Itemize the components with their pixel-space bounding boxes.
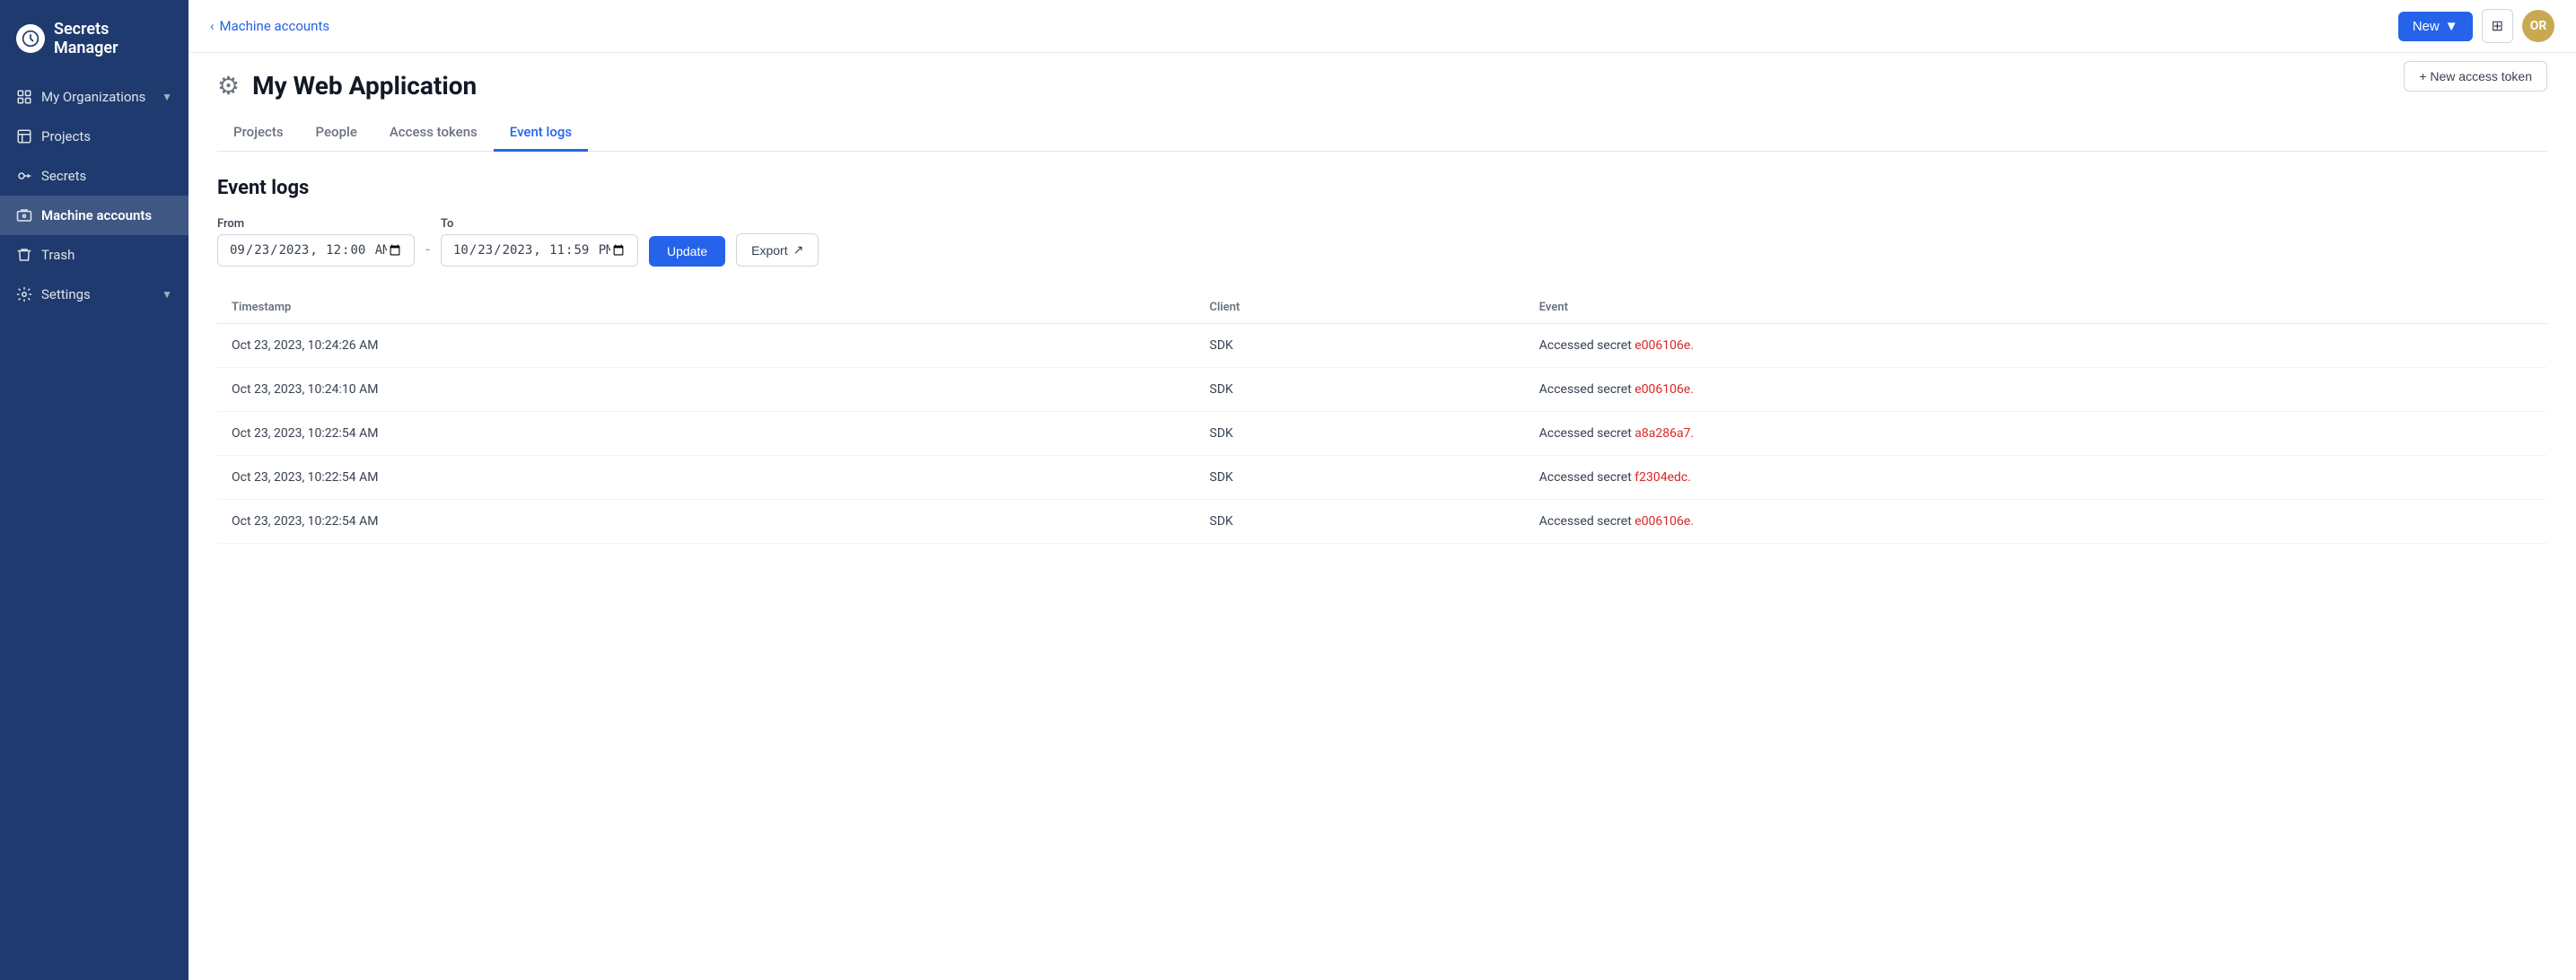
cell-client: SDK — [1196, 456, 1525, 500]
sidebar-item-label: Trash — [41, 247, 74, 263]
avatar[interactable]: OR — [2522, 10, 2554, 42]
projects-icon — [16, 128, 32, 144]
to-filter-group: To — [441, 217, 638, 267]
sidebar: Secrets Manager My Organizations ▼ Proje… — [0, 0, 188, 980]
secret-link[interactable]: e006106e. — [1634, 382, 1694, 397]
col-timestamp: Timestamp — [217, 292, 1196, 324]
cell-timestamp: Oct 23, 2023, 10:22:54 AM — [217, 500, 1196, 544]
sidebar-item-label: Secrets — [41, 168, 86, 184]
topbar-right: New ▼ ⊞ OR — [2398, 9, 2554, 43]
sidebar-item-label: My Organizations — [41, 89, 145, 105]
tab-projects[interactable]: Projects — [217, 115, 300, 152]
new-access-token-button[interactable]: + New access token — [2404, 61, 2547, 92]
col-client: Client — [1196, 292, 1525, 324]
new-access-token-label: + New access token — [2419, 69, 2532, 83]
cell-timestamp: Oct 23, 2023, 10:24:10 AM — [217, 368, 1196, 412]
cell-timestamp: Oct 23, 2023, 10:24:26 AM — [217, 324, 1196, 368]
machine-account-icon: ⚙ — [217, 71, 240, 101]
secret-link[interactable]: e006106e. — [1634, 514, 1694, 529]
update-button[interactable]: Update — [649, 236, 725, 267]
settings-icon — [16, 286, 32, 302]
grid-view-button[interactable]: ⊞ — [2482, 9, 2513, 43]
tab-access-tokens[interactable]: Access tokens — [373, 115, 494, 152]
trash-icon — [16, 247, 32, 263]
back-link-label: Machine accounts — [220, 18, 330, 34]
key-icon — [16, 168, 32, 184]
new-button-label: New — [2413, 19, 2440, 34]
cell-event: Accessed secret e006106e. — [1525, 368, 2547, 412]
event-logs-title: Event logs — [217, 177, 2547, 199]
export-button-label: Export — [751, 243, 787, 258]
date-separator: - — [425, 241, 430, 267]
sidebar-logo[interactable]: Secrets Manager — [0, 0, 188, 77]
cell-timestamp: Oct 23, 2023, 10:22:54 AM — [217, 412, 1196, 456]
export-icon: ↗ — [793, 242, 804, 258]
cell-timestamp: Oct 23, 2023, 10:22:54 AM — [217, 456, 1196, 500]
update-button-label: Update — [667, 244, 707, 258]
tab-event-logs[interactable]: Event logs — [494, 115, 588, 152]
logo-text: Secrets Manager — [54, 20, 172, 57]
cell-client: SDK — [1196, 412, 1525, 456]
main-content: ‹ Machine accounts New ▼ ⊞ OR ⚙ My Web A… — [188, 0, 2576, 980]
topbar: ‹ Machine accounts New ▼ ⊞ OR — [188, 0, 2576, 53]
cell-client: SDK — [1196, 368, 1525, 412]
table-row: Oct 23, 2023, 10:22:54 AMSDKAccessed sec… — [217, 500, 2547, 544]
cell-event: Accessed secret e006106e. — [1525, 324, 2547, 368]
secret-link[interactable]: e006106e. — [1634, 338, 1694, 353]
export-button[interactable]: Export ↗ — [736, 233, 819, 267]
topbar-left: ‹ Machine accounts — [210, 18, 329, 34]
secret-link[interactable]: f2304edc. — [1634, 470, 1691, 485]
chevron-down-icon: ▼ — [162, 288, 172, 301]
chevron-down-icon: ▼ — [162, 91, 172, 103]
content-area: ⚙ My Web Application + New access token … — [188, 53, 2576, 980]
cell-client: SDK — [1196, 500, 1525, 544]
grid-icon: ⊞ — [2492, 19, 2503, 34]
from-label: From — [217, 217, 415, 231]
cell-event: Accessed secret e006106e. — [1525, 500, 2547, 544]
tab-navigation: Projects People Access tokens Event logs — [217, 115, 2547, 152]
new-button[interactable]: New ▼ — [2398, 12, 2473, 41]
event-logs-table: Timestamp Client Event Oct 23, 2023, 10:… — [217, 292, 2547, 544]
chevron-down-icon: ▼ — [2445, 19, 2458, 34]
org-icon — [16, 89, 32, 105]
back-arrow-icon: ‹ — [210, 18, 215, 34]
secret-link[interactable]: a8a286a7. — [1634, 426, 1694, 441]
from-date-input[interactable] — [217, 234, 415, 267]
sidebar-item-trash[interactable]: Trash — [0, 235, 188, 275]
table-row: Oct 23, 2023, 10:24:26 AMSDKAccessed sec… — [217, 324, 2547, 368]
filter-row: From - To Update Export ↗ — [217, 217, 2547, 267]
sidebar-navigation: My Organizations ▼ Projects Secrets — [0, 77, 188, 980]
sidebar-item-label: Projects — [41, 128, 91, 144]
from-filter-group: From — [217, 217, 415, 267]
sidebar-item-label: Settings — [41, 286, 91, 302]
sidebar-item-label: Machine accounts — [41, 207, 152, 223]
sidebar-item-secrets[interactable]: Secrets — [0, 156, 188, 196]
sidebar-item-machine-accounts[interactable]: Machine accounts — [0, 196, 188, 235]
logo-icon — [16, 24, 45, 53]
table-row: Oct 23, 2023, 10:24:10 AMSDKAccessed sec… — [217, 368, 2547, 412]
to-label: To — [441, 217, 638, 231]
table-row: Oct 23, 2023, 10:22:54 AMSDKAccessed sec… — [217, 456, 2547, 500]
cell-client: SDK — [1196, 324, 1525, 368]
tab-people[interactable]: People — [300, 115, 373, 152]
sidebar-item-my-organizations[interactable]: My Organizations ▼ — [0, 77, 188, 117]
cell-event: Accessed secret a8a286a7. — [1525, 412, 2547, 456]
page-header: ⚙ My Web Application — [217, 53, 2547, 115]
sidebar-item-projects[interactable]: Projects — [0, 117, 188, 156]
cell-event: Accessed secret f2304edc. — [1525, 456, 2547, 500]
page-title: My Web Application — [252, 71, 477, 101]
machine-icon — [16, 207, 32, 223]
col-event: Event — [1525, 292, 2547, 324]
to-date-input[interactable] — [441, 234, 638, 267]
table-row: Oct 23, 2023, 10:22:54 AMSDKAccessed sec… — [217, 412, 2547, 456]
sidebar-item-settings[interactable]: Settings ▼ — [0, 275, 188, 314]
avatar-initials: OR — [2530, 19, 2547, 33]
back-link[interactable]: ‹ Machine accounts — [210, 18, 329, 34]
